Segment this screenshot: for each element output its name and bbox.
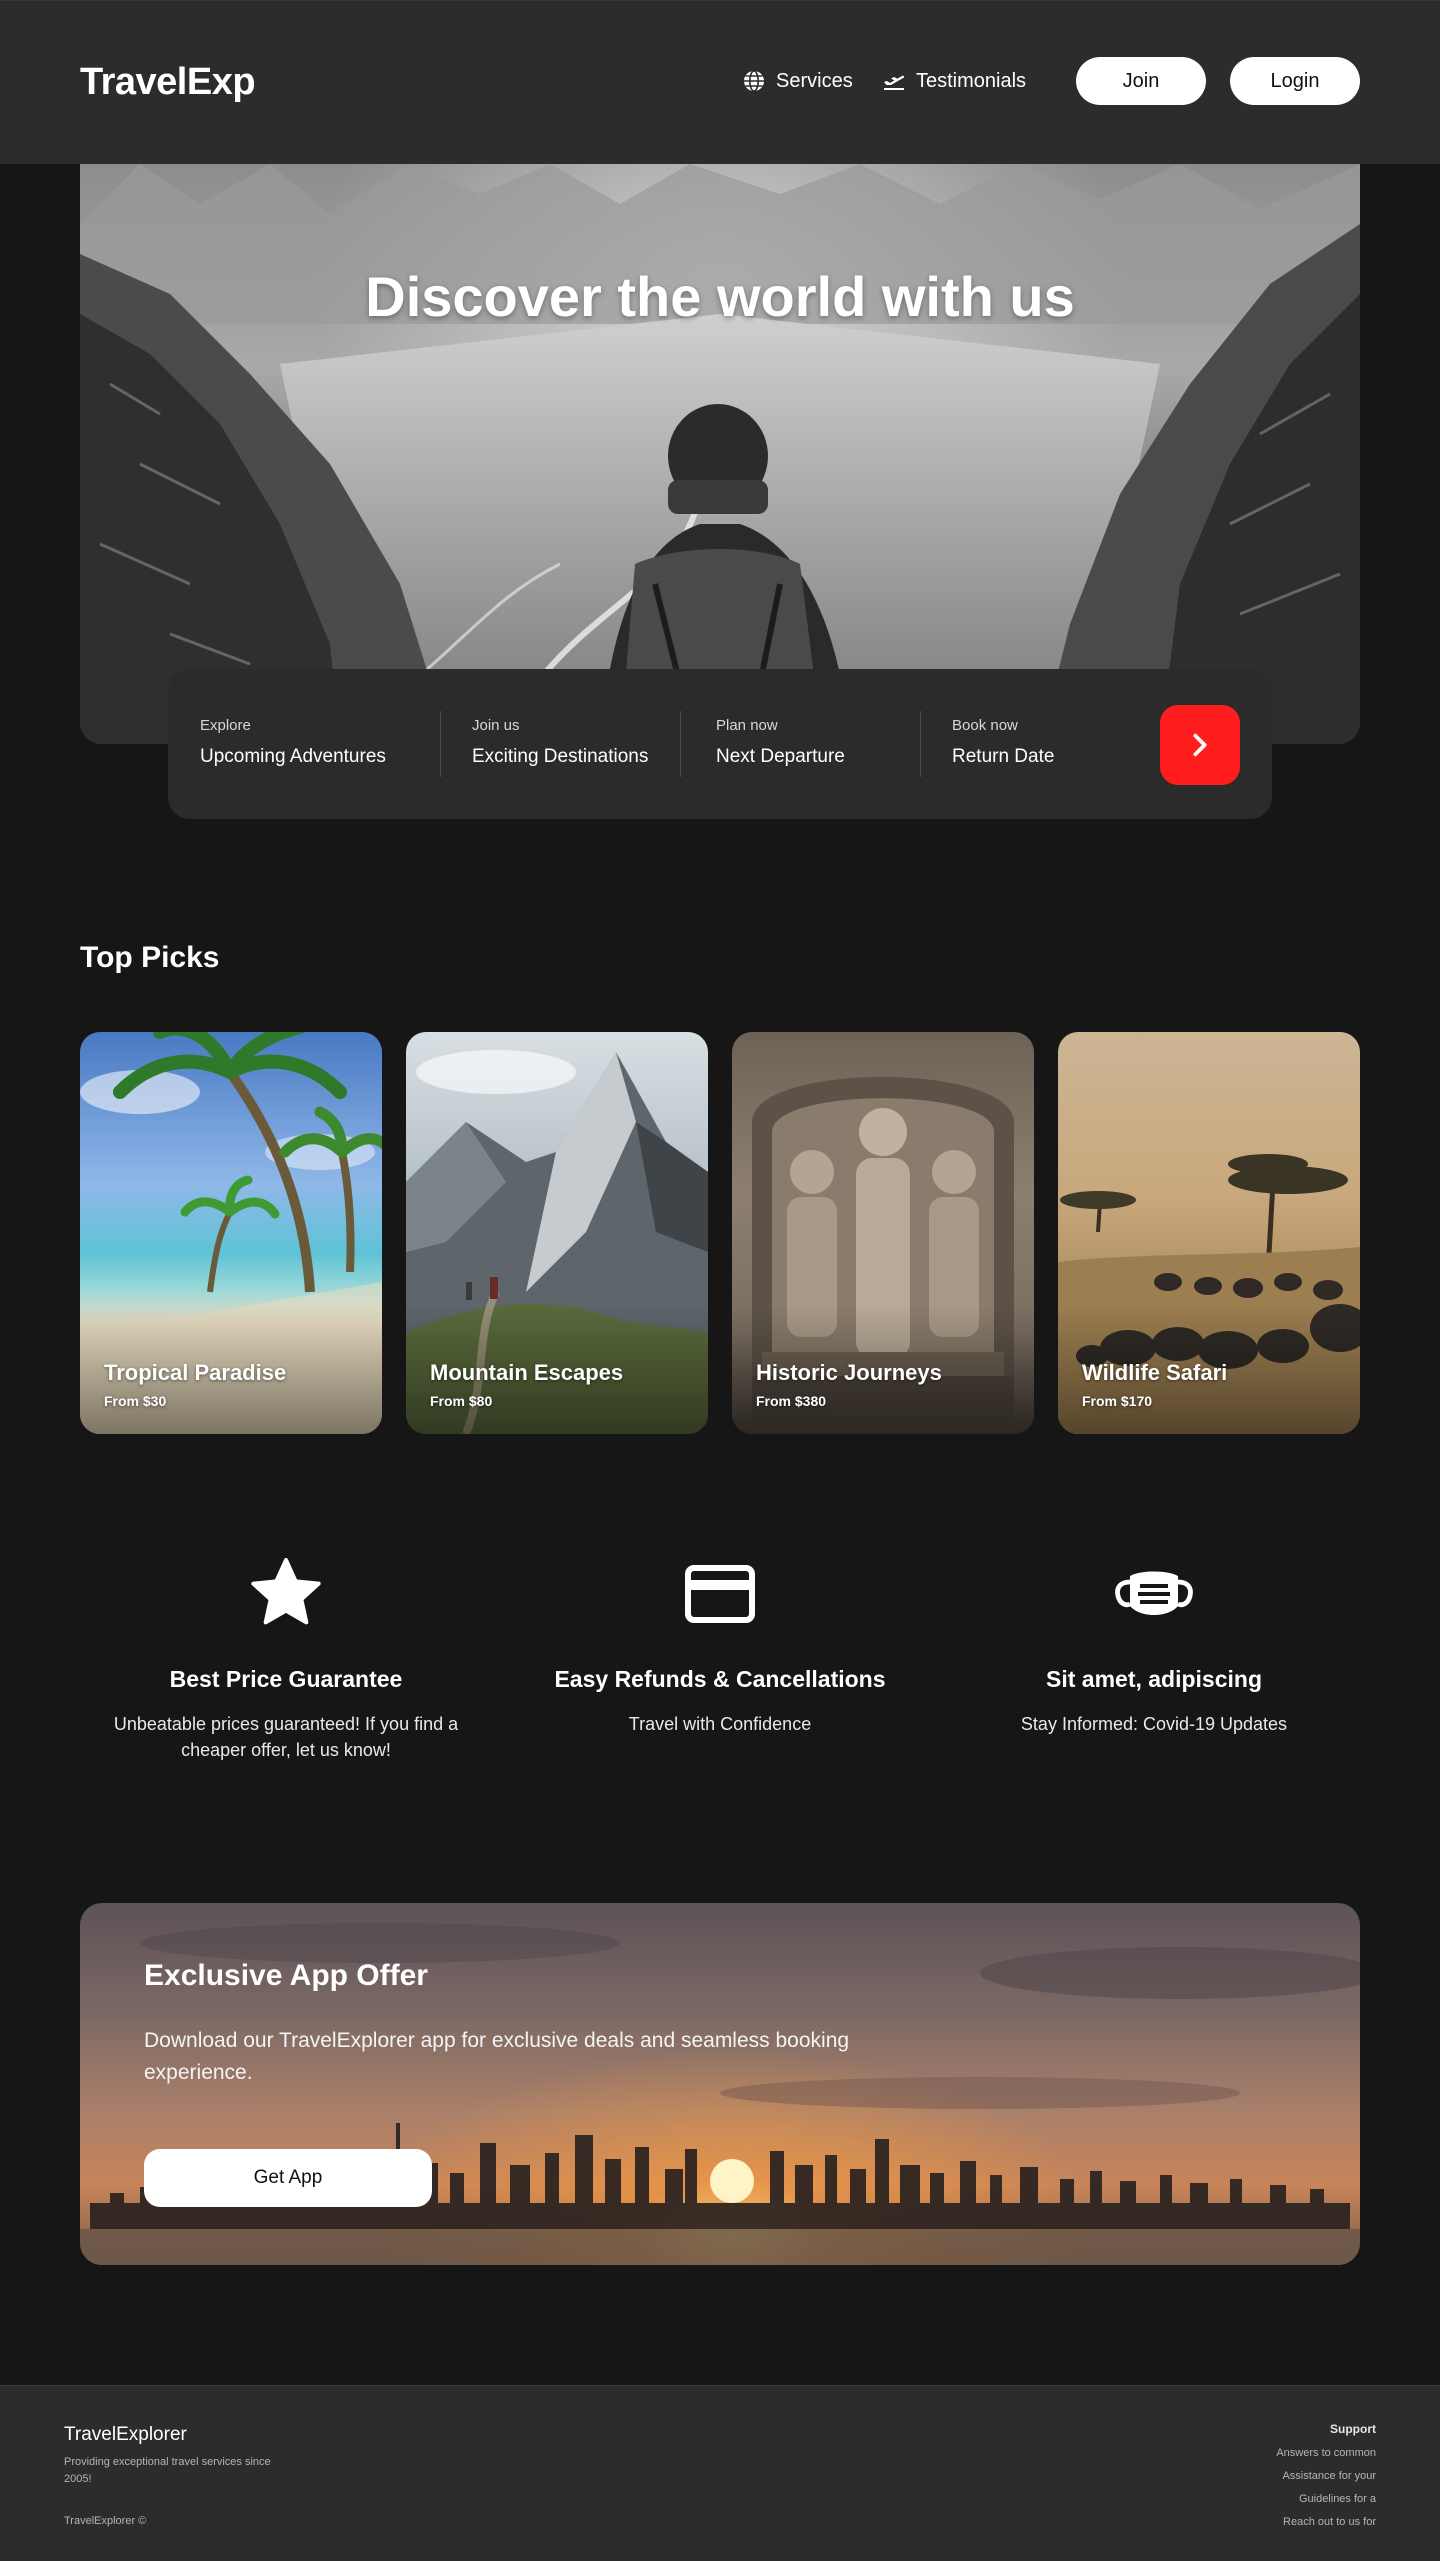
search-field-join-us[interactable]: Join us Exciting Destinations: [472, 717, 648, 768]
face-mask-icon: [1115, 1571, 1193, 1615]
search-field-label: Explore: [200, 717, 251, 734]
footer-support-link[interactable]: Assistance for your: [1276, 2470, 1376, 2482]
feature-best-price: Best Price Guarantee Unbeatable prices g…: [86, 1552, 486, 1763]
top-picks-title: Top Picks: [80, 941, 220, 974]
search-field-value: Exciting Destinations: [472, 746, 649, 767]
card-title: Tropical Paradise: [104, 1360, 287, 1385]
join-button[interactable]: Join: [1076, 57, 1206, 105]
card-title: Mountain Escapes: [430, 1360, 624, 1385]
footer-support-heading: Support: [1330, 2422, 1376, 2436]
hero-banner: Discover the world with us: [80, 164, 1360, 744]
search-field-label: Book now: [952, 717, 1018, 734]
destination-card-historic-journeys[interactable]: Historic Journeys From $380: [732, 1032, 1034, 1434]
destination-card-tropical-paradise[interactable]: Tropical Paradise From $30: [80, 1032, 382, 1434]
search-field-explore[interactable]: Explore Upcoming Adventures: [200, 717, 386, 768]
feature-covid-updates: Sit amet, adipiscing Stay Informed: Covi…: [954, 1552, 1354, 1737]
feature-title: Best Price Guarantee: [169, 1666, 403, 1692]
nav-services[interactable]: Services: [742, 67, 853, 95]
footer-tagline: Providing exceptional travel services si…: [64, 2456, 271, 2486]
search-field-book-now[interactable]: Book now Return Date: [952, 717, 1054, 768]
destination-card-wildlife-safari[interactable]: Wildlife Safari From $170: [1058, 1032, 1360, 1434]
feature-description: Travel with Confidence: [628, 1714, 812, 1734]
search-divider: [440, 711, 441, 777]
card-title: Wildlife Safari: [1082, 1360, 1228, 1385]
globe-icon: [744, 70, 764, 92]
plane-departure-icon: [884, 75, 905, 90]
site-header: TravelExp Services Testimonials Join Log…: [0, 0, 1440, 164]
feature-icon-wrap: [954, 1552, 1354, 1636]
footer-support-link[interactable]: Guidelines for a: [1276, 2493, 1376, 2505]
nav-testimonials[interactable]: Testimonials: [882, 67, 1026, 95]
footer-support-link[interactable]: Answers to common: [1276, 2447, 1376, 2459]
hero-mountain-image: [80, 164, 1360, 744]
trip-search-bar: Explore Upcoming Adventures Join us Exci…: [168, 669, 1272, 819]
site-logo[interactable]: TravelExp: [80, 61, 256, 104]
app-offer-banner: Exclusive App Offer Download our TravelE…: [80, 1903, 1360, 2265]
credit-card-icon: [685, 1565, 755, 1623]
destination-card-mountain-escapes[interactable]: Mountain Escapes From $80: [406, 1032, 708, 1434]
hero-title: Discover the world with us: [365, 265, 1075, 328]
star-icon: [251, 1558, 321, 1625]
card-title: Historic Journeys: [756, 1360, 942, 1385]
feature-description: Unbeatable prices guaranteed! If you fin…: [113, 1714, 459, 1761]
search-field-plan-now[interactable]: Plan now Next Departure: [716, 717, 845, 768]
search-submit-button[interactable]: [1160, 705, 1240, 785]
offer-description: Download our TravelExplorer app for excl…: [144, 2029, 850, 2084]
login-button[interactable]: Login: [1230, 57, 1360, 105]
feature-title: Easy Refunds & Cancellations: [554, 1666, 886, 1692]
footer-support-column: Support Answers to common Assistance for…: [1276, 2422, 1376, 2539]
offer-title: Exclusive App Offer: [144, 1959, 428, 1992]
chevron-right-icon: [1193, 733, 1207, 757]
footer-brand: TravelExplorer: [64, 2424, 187, 2445]
card-price: From $30: [104, 1393, 167, 1409]
search-divider: [680, 711, 681, 777]
card-price: From $170: [1082, 1393, 1153, 1409]
card-price: From $380: [756, 1393, 827, 1409]
site-footer: TravelExplorer Providing exceptional tra…: [0, 2385, 1440, 2561]
feature-title: Sit amet, adipiscing: [1046, 1666, 1262, 1692]
get-app-button[interactable]: Get App: [144, 2149, 432, 2207]
feature-icon-wrap: [86, 1552, 486, 1636]
feature-icon-wrap: [520, 1552, 920, 1636]
search-field-label: Plan now: [716, 717, 778, 734]
feature-easy-refunds: Easy Refunds & Cancellations Travel with…: [520, 1552, 920, 1737]
footer-support-link[interactable]: Reach out to us for: [1276, 2516, 1376, 2528]
search-divider: [920, 711, 921, 777]
nav-testimonials-label: Testimonials: [916, 69, 1027, 92]
feature-description: Stay Informed: Covid-19 Updates: [1020, 1714, 1288, 1734]
search-field-label: Join us: [472, 717, 520, 734]
search-field-value: Next Departure: [716, 746, 845, 767]
card-price: From $80: [430, 1393, 493, 1409]
search-field-value: Return Date: [952, 746, 1055, 767]
footer-copyright: TravelExplorer ©: [64, 2515, 147, 2527]
search-field-value: Upcoming Adventures: [200, 746, 386, 767]
nav-services-label: Services: [776, 69, 853, 92]
